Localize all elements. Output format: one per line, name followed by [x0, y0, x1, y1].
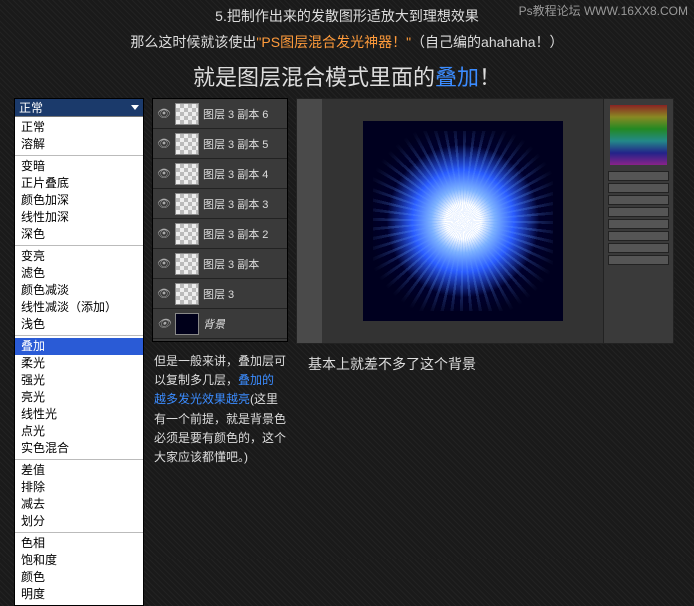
blend-mode-option[interactable]: 强光 [15, 372, 143, 389]
big-headline: 就是图层混合模式里面的叠加！ [0, 52, 694, 98]
blend-mode-option[interactable]: 浅色 [15, 316, 143, 333]
highlight-tool-name: "PS图层混合发光神器！" [256, 34, 411, 50]
blend-mode-option[interactable]: 变亮 [15, 248, 143, 265]
photoshop-preview [296, 98, 674, 344]
layer-name: 图层 3 副本 2 [203, 226, 268, 242]
panel-row [608, 207, 669, 217]
blend-mode-option[interactable]: 滤色 [15, 265, 143, 282]
layer-thumbnail [175, 253, 199, 275]
highlight-mode-name: 叠加 [435, 65, 479, 90]
visibility-eye-icon[interactable]: 👁 [157, 227, 171, 241]
color-swatches [610, 105, 667, 165]
light-rays [373, 131, 553, 311]
blend-mode-option[interactable]: 线性减淡（添加） [15, 299, 143, 316]
blend-mode-option[interactable]: 减去 [15, 496, 143, 513]
ps-toolbar [297, 99, 323, 343]
layer-thumbnail [175, 313, 199, 335]
glow-effect [373, 131, 553, 311]
blend-mode-option[interactable]: 线性加深 [15, 209, 143, 226]
layer-thumbnail [175, 163, 199, 185]
panel-row [608, 171, 669, 181]
blend-mode-option[interactable]: 饱和度 [15, 552, 143, 569]
blend-mode-option[interactable]: 色相 [15, 535, 143, 552]
blend-mode-option[interactable]: 颜色加深 [15, 192, 143, 209]
layer-thumbnail [175, 133, 199, 155]
layer-name: 图层 3 副本 5 [203, 136, 268, 152]
layer-row[interactable]: 👁 图层 3 [153, 279, 287, 309]
blend-mode-option[interactable]: 划分 [15, 513, 143, 530]
layer-row[interactable]: 👁 图层 3 副本 5 [153, 129, 287, 159]
visibility-eye-icon[interactable]: 👁 [157, 137, 171, 151]
preview-caption: 基本上就差不多了这个背景 [296, 344, 680, 374]
blend-mode-option[interactable]: 溶解 [15, 136, 143, 153]
blend-mode-option[interactable]: 亮光 [15, 389, 143, 406]
blend-mode-dropdown[interactable]: 正常 正常溶解变暗正片叠底颜色加深线性加深深色变亮滤色颜色减淡线性减淡（添加）浅… [14, 98, 144, 606]
blend-selected-label: 正常 [19, 99, 43, 116]
blend-mode-option[interactable]: 差值 [15, 462, 143, 479]
blend-mode-option[interactable]: 颜色 [15, 569, 143, 586]
panel-row [608, 255, 669, 265]
panel-row [608, 183, 669, 193]
blend-mode-option[interactable]: 柔光 [15, 355, 143, 372]
chevron-down-icon [131, 105, 139, 110]
visibility-eye-icon[interactable]: 👁 [157, 197, 171, 211]
blend-mode-option[interactable]: 实色混合 [15, 440, 143, 457]
visibility-eye-icon[interactable]: 👁 [157, 257, 171, 271]
panel-row [608, 219, 669, 229]
layer-row[interactable]: 👁 图层 3 副本 4 [153, 159, 287, 189]
panel-row [608, 243, 669, 253]
layer-row[interactable]: 👁 图层 3 副本 3 [153, 189, 287, 219]
step-text: 把制作出来的发散图形适放大到理想效果 [227, 8, 479, 24]
panel-row [608, 231, 669, 241]
visibility-eye-icon[interactable]: 👁 [157, 287, 171, 301]
visibility-eye-icon[interactable]: 👁 [157, 167, 171, 181]
panel-row [608, 195, 669, 205]
blend-mode-option[interactable]: 叠加 [15, 338, 143, 355]
step-number: 5. [215, 8, 227, 24]
layer-name: 图层 3 [203, 286, 234, 302]
layer-row[interactable]: 👁 图层 3 副本 [153, 249, 287, 279]
blend-mode-option[interactable]: 排除 [15, 479, 143, 496]
blend-mode-option[interactable]: 深色 [15, 226, 143, 243]
blend-mode-option[interactable]: 线性光 [15, 406, 143, 423]
blend-mode-option[interactable]: 点光 [15, 423, 143, 440]
ps-canvas [363, 121, 563, 321]
layer-thumbnail [175, 283, 199, 305]
sub-title: 那么这时候就该使出"PS图层混合发光神器！"（自己编的ahahaha！） [0, 26, 694, 52]
layer-name: 图层 3 副本 4 [203, 166, 268, 182]
layer-row[interactable]: 👁 图层 3 副本 6 [153, 99, 287, 129]
layers-panel: 👁 图层 3 副本 6 👁 图层 3 副本 5 👁 图层 3 副本 4 👁 图层 3 副本 3… [152, 98, 288, 342]
watermark: Ps教程论坛 WWW.16XX8.COM [519, 2, 688, 19]
layer-name: 图层 3 副本 [203, 256, 259, 272]
visibility-eye-icon[interactable]: 👁 [157, 317, 171, 331]
blend-mode-option[interactable]: 正片叠底 [15, 175, 143, 192]
ps-panels [603, 99, 673, 343]
layer-row[interactable]: 👁 图层 3 副本 2 [153, 219, 287, 249]
description-text: 但是一般来讲，叠加层可以复制多几层，叠加的越多发光效果越亮(这里有一个前提，就是… [152, 342, 288, 467]
layer-name: 图层 3 副本 3 [203, 196, 268, 212]
blend-mode-option[interactable]: 明度 [15, 586, 143, 603]
ps-canvas-area [323, 99, 603, 343]
blend-mode-selected[interactable]: 正常 [15, 99, 143, 117]
layer-thumbnail [175, 103, 199, 125]
layer-name: 图层 3 副本 6 [203, 106, 268, 122]
blend-mode-option[interactable]: 变暗 [15, 158, 143, 175]
visibility-eye-icon[interactable]: 👁 [157, 107, 171, 121]
blend-mode-option[interactable]: 颜色减淡 [15, 282, 143, 299]
layer-name: 背景 [203, 316, 225, 332]
layer-thumbnail [175, 223, 199, 245]
layer-thumbnail [175, 193, 199, 215]
layer-row-background[interactable]: 👁 背景 [153, 309, 287, 339]
blend-mode-option[interactable]: 正常 [15, 119, 143, 136]
